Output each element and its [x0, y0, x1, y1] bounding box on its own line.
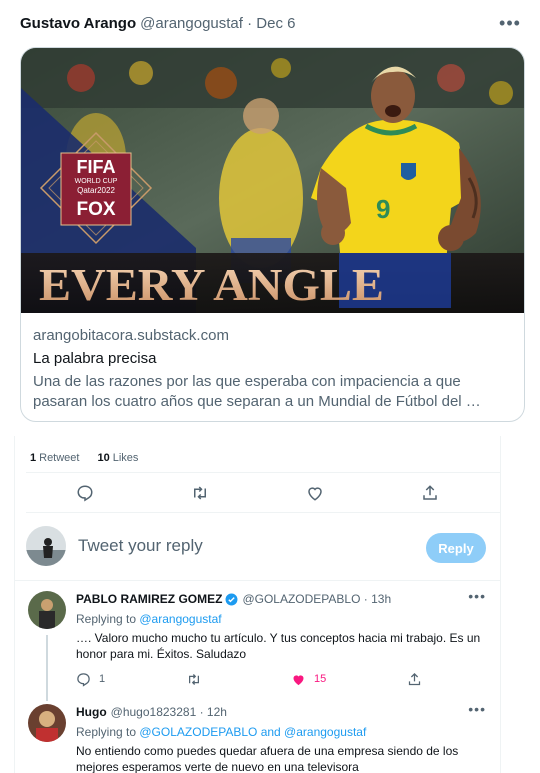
logo-fox-text: FOX — [76, 199, 115, 220]
reply-text: …. Valoro mucho mucho tu artículo. Y tus… — [76, 631, 481, 661]
logo-qatar-text: Qatar2022 — [77, 186, 115, 195]
reply-body: Hugo @hugo1823281 · 12h ••• Replying to … — [76, 701, 490, 773]
reply-text: No entiendo como puedes quedar afuera de… — [76, 744, 459, 773]
heart-filled-icon — [293, 674, 304, 685]
reply-like-action[interactable]: 15 — [291, 669, 326, 689]
card-text[interactable]: arangobitacora.substack.com La palabra p… — [21, 313, 524, 412]
frame-line-left — [14, 436, 15, 773]
reply-header: Hugo @hugo1823281 · 12h — [76, 704, 490, 720]
reply-input[interactable]: Tweet your reply — [78, 536, 203, 556]
logo-world-cup-text: WORLD CUP — [75, 178, 118, 185]
card-image[interactable]: 9 FIFA WORLD CUP Qatar2022 FOX EVERY ANG… — [21, 48, 524, 313]
replying-to: Replying to @arangogustaf — [76, 612, 222, 626]
more-horizontal-icon[interactable]: ••• — [468, 588, 486, 604]
thread-line — [46, 635, 48, 701]
replying-to: Replying to @GOLAZODEPABLO and @arangogu… — [76, 725, 367, 739]
likes-stat[interactable]: 10 Likes — [97, 452, 138, 464]
reply-item[interactable]: Hugo @hugo1823281 · 12h ••• Replying to … — [26, 701, 500, 773]
reply-author-name[interactable]: PABLO RAMIREZ GOMEZ — [76, 591, 222, 607]
divider — [14, 580, 500, 581]
author-handle-date[interactable]: @arangogustaf · Dec 6 — [140, 15, 295, 32]
my-avatar[interactable] — [26, 526, 66, 566]
reply-avatar[interactable] — [28, 591, 66, 629]
reply-body: PABLO RAMIREZ GOMEZ @GOLAZODEPABLO · 13h… — [76, 588, 490, 662]
logo-fifa-text: FIFA — [77, 157, 116, 177]
frame-line-right — [500, 436, 501, 773]
share-icon — [408, 672, 421, 685]
every-angle-title: EVERY ANGLE — [39, 260, 384, 310]
retweet-icon[interactable] — [185, 478, 215, 508]
replying-to-link[interactable]: @GOLAZODEPABLO and @arangogustaf — [139, 725, 366, 739]
more-horizontal-icon[interactable]: ••• — [468, 701, 486, 717]
replying-to-link[interactable]: @arangogustaf — [139, 612, 221, 626]
engagement-stats: 1 Retweet 10 Likes — [30, 444, 500, 472]
like-icon[interactable] — [300, 478, 330, 508]
reply-icon — [77, 672, 90, 687]
tweet-header: Gustavo Arango @arangogustaf · Dec 6 ••• — [20, 12, 526, 34]
author-name[interactable]: Gustavo Arango — [20, 15, 136, 32]
jersey-number: 9 — [376, 194, 390, 224]
retweets-stat[interactable]: 1 Retweet — [30, 452, 79, 464]
reply-icon[interactable] — [70, 478, 100, 508]
divider — [26, 472, 500, 473]
card-description: Una de las razones por las que esperaba … — [33, 373, 481, 410]
retweet-icon — [189, 673, 199, 685]
reply-reply-count: 1 — [99, 673, 106, 685]
reply-reply-action[interactable]: 1 — [76, 669, 105, 689]
reply-share-action[interactable] — [407, 669, 422, 689]
reply-handle-time[interactable]: @hugo1823281 · 12h — [111, 704, 227, 720]
card-domain: arangobitacora.substack.com — [33, 327, 229, 344]
divider — [26, 512, 500, 513]
reply-action-bar: 1 15 — [76, 669, 496, 689]
card-title: La palabra precisa — [33, 350, 157, 367]
reply-button[interactable]: Reply — [426, 533, 486, 563]
reply-author-name[interactable]: Hugo — [76, 704, 107, 720]
reply-like-count: 15 — [314, 673, 327, 685]
reply-header: PABLO RAMIREZ GOMEZ @GOLAZODEPABLO · 13h — [76, 591, 490, 607]
reply-composer: Tweet your reply Reply — [26, 522, 500, 574]
reply-avatar[interactable] — [28, 704, 66, 742]
verified-badge-icon — [225, 593, 238, 605]
more-horizontal-icon[interactable]: ••• — [498, 12, 522, 34]
share-icon[interactable] — [415, 478, 445, 508]
reply-handle-time[interactable]: @GOLAZODEPABLO · 13h — [242, 591, 391, 607]
card-image-graphic: 9 FIFA WORLD CUP Qatar2022 FOX EVERY ANG… — [21, 48, 524, 313]
tweet-action-bar — [28, 478, 498, 508]
reply-retweet-action[interactable] — [186, 669, 202, 689]
link-card[interactable]: 9 FIFA WORLD CUP Qatar2022 FOX EVERY ANG… — [20, 47, 525, 422]
